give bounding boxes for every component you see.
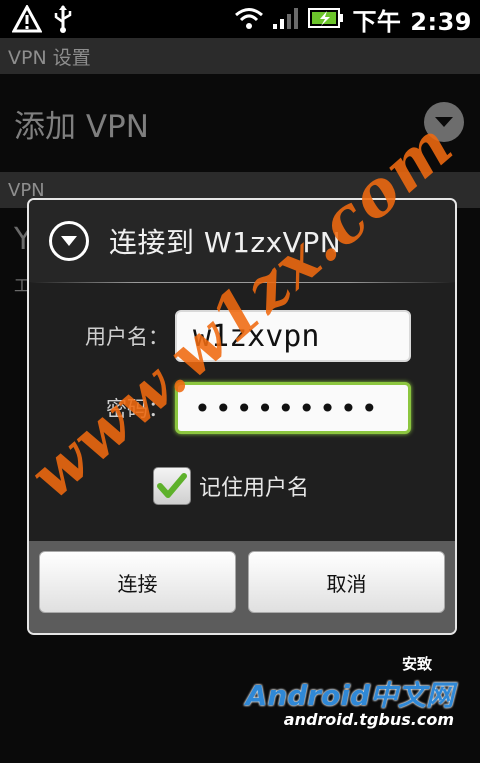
add-vpn-label: 添加 VPN	[14, 108, 149, 145]
remember-username-row[interactable]: 记住用户名	[153, 467, 309, 505]
remember-checkbox[interactable]	[153, 467, 191, 505]
password-value: •••••••••	[194, 391, 382, 425]
site-logo: 安致 Android中文网 android.tgbus.com	[246, 653, 454, 729]
status-right-icons: 下午 2:39	[234, 2, 472, 37]
password-field[interactable]: •••••••••	[175, 382, 411, 434]
chevron-down-circle-icon	[49, 221, 89, 261]
page-title: VPN 设置	[8, 46, 91, 69]
logo-top-text: 安致	[401, 655, 432, 673]
dialog-button-bar: 连接 取消	[29, 541, 455, 633]
checkmark-icon	[157, 473, 187, 498]
alert-icon	[11, 3, 43, 37]
connect-button[interactable]: 连接	[39, 551, 236, 613]
signal-icon	[272, 6, 300, 34]
battery-charging-icon	[308, 7, 344, 33]
remember-label: 记住用户名	[199, 476, 310, 501]
status-bar: 下午 2:39	[0, 0, 480, 38]
wifi-icon	[234, 6, 264, 34]
logo-main-text: Android中文网	[245, 679, 454, 712]
status-left-icons	[11, 3, 74, 38]
status-time: 下午 2:39	[352, 8, 472, 36]
usb-icon	[52, 4, 74, 38]
title-bar: VPN 设置	[0, 38, 480, 74]
cancel-button[interactable]: 取消	[248, 551, 445, 613]
